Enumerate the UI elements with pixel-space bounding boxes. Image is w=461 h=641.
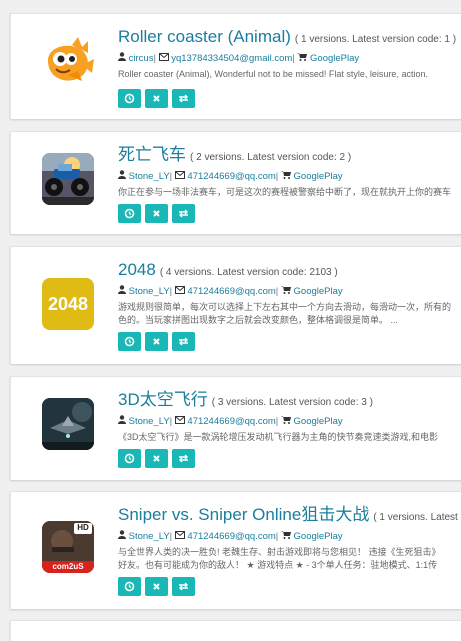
close-icon [153, 583, 160, 590]
version-info: ( 2 versions. Latest version code: 2 ) [190, 152, 352, 163]
version-info: ( 4 versions. Latest version code: 2103 … [159, 267, 338, 278]
sniper-icon[interactable]: HD com2uS [42, 521, 94, 573]
user-icon [118, 285, 126, 297]
sync-button[interactable] [172, 89, 195, 108]
app-meta: Stone_LY| 471244669@qq.com| GooglePlay [118, 530, 461, 544]
app-title[interactable]: Roller coaster (Animal) [118, 27, 291, 46]
exchange-icon [179, 94, 188, 103]
action-buttons [118, 449, 199, 468]
store-link[interactable]: GooglePlay [310, 53, 359, 64]
close-icon [153, 95, 160, 102]
store-link[interactable]: GooglePlay [294, 416, 343, 427]
sync-button[interactable] [172, 577, 195, 596]
exchange-icon [179, 454, 188, 463]
cart-icon [280, 416, 291, 427]
store-link[interactable]: GooglePlay [294, 286, 343, 297]
sync-button[interactable] [172, 449, 195, 468]
email-link[interactable]: 471244669@qq.com [187, 531, 275, 542]
app-meta: Stone_LY| 471244669@qq.com| GooglePlay [118, 170, 461, 184]
history-button[interactable] [118, 89, 141, 108]
store-link[interactable]: GooglePlay [294, 171, 343, 182]
user-icon [118, 415, 126, 427]
clock-icon [124, 208, 135, 219]
history-button[interactable] [118, 449, 141, 468]
app-card: Roller coaster (Animal)( 1 versions. Lat… [10, 13, 461, 119]
fish-icon[interactable] [42, 35, 94, 87]
author-link[interactable]: Stone_LY [129, 171, 170, 182]
user-icon [118, 170, 126, 182]
history-button[interactable] [118, 332, 141, 351]
history-button[interactable] [118, 577, 141, 596]
exchange-icon [179, 209, 188, 218]
exchange-icon [179, 582, 188, 591]
app-description: 你正在参与一场非法赛车，可是这次的赛程被警察给中断了，现在就执开上你的赛车 [118, 187, 452, 197]
store-link[interactable]: GooglePlay [294, 531, 343, 542]
user-icon [118, 530, 126, 542]
author-link[interactable]: Stone_LY [129, 416, 170, 427]
spaceship-icon[interactable] [42, 398, 94, 450]
2048-icon[interactable]: 2048 [42, 278, 94, 330]
app-card: 2048 2048( 4 versions. Latest version co… [10, 246, 461, 364]
app-meta: circus| yq13784334504@gmail.com| GoogleP… [118, 52, 461, 66]
app-card: HD com2uS Sniper vs. Sniper Online狙击大战 ( … [10, 491, 461, 609]
email-link[interactable]: 471244669@qq.com [187, 286, 275, 297]
close-icon [153, 338, 160, 345]
app-card: 死亡飞车 ( 2 versions. Latest version code: 2… [10, 131, 461, 234]
sync-button[interactable] [172, 204, 195, 223]
remove-button[interactable] [145, 577, 168, 596]
app-title[interactable]: 死亡飞车 [118, 145, 186, 164]
action-buttons [118, 332, 199, 351]
envelope-icon [174, 286, 185, 297]
envelope-icon [174, 531, 185, 542]
app-description: 与全世界人类的决一胜负! 老魏生存、射击游戏即将与您相见！ 违接《生死狙击》 好… [118, 547, 441, 570]
app-title[interactable]: Sniper vs. Sniper Online狙击大战 [118, 505, 369, 524]
hd-badge: HD [77, 523, 89, 532]
history-button[interactable] [118, 204, 141, 223]
version-info: ( 1 versions. Latest version code: 1 ) [294, 34, 457, 45]
brand-label: com2uS [52, 562, 84, 571]
clock-icon [124, 93, 135, 104]
remove-button[interactable] [145, 89, 168, 108]
action-buttons [118, 204, 199, 223]
clock-icon [124, 453, 135, 464]
cart-icon [280, 171, 291, 182]
app-meta: Stone_LY| 471244669@qq.com| GooglePlay [118, 285, 461, 299]
version-info: ( 1 versions. Latest version [373, 512, 461, 523]
close-icon [153, 455, 160, 462]
app-card-partial [10, 620, 461, 641]
envelope-icon [174, 416, 185, 427]
clock-icon [124, 581, 135, 592]
app-description: 游戏规则很简单，每次可以选择上下左右其中一个方向去滑动，每滑动一次，所有的 色的… [118, 302, 452, 325]
email-link[interactable]: 471244669@qq.com [187, 416, 275, 427]
action-buttons [118, 577, 199, 596]
email-link[interactable]: yq13784334504@gmail.com [171, 53, 292, 64]
clock-icon [124, 336, 135, 347]
author-link[interactable]: circus [129, 53, 154, 64]
app-card: 3D太空飞行( 3 versions. Latest version code:… [10, 376, 461, 480]
app-title[interactable]: 2048 [118, 260, 156, 279]
icon-label: 2048 [47, 294, 89, 314]
monster-truck-icon[interactable] [42, 153, 94, 205]
author-link[interactable]: Stone_LY [129, 531, 170, 542]
email-link[interactable]: 471244669@qq.com [187, 171, 275, 182]
action-buttons [118, 89, 199, 108]
cart-icon [280, 286, 291, 297]
remove-button[interactable] [145, 332, 168, 351]
sync-button[interactable] [172, 332, 195, 351]
envelope-icon [174, 171, 185, 182]
app-description: 《3D太空飞行》是一款涡轮增压发动机飞行器为主角的快节奏竞速类游戏,和电影 [118, 432, 439, 442]
app-meta: Stone_LY| 471244669@qq.com| GooglePlay [118, 415, 461, 429]
exchange-icon [179, 337, 188, 346]
cart-icon [280, 531, 291, 542]
remove-button[interactable] [145, 204, 168, 223]
app-title[interactable]: 3D太空飞行 [118, 390, 208, 409]
remove-button[interactable] [145, 449, 168, 468]
user-icon [118, 52, 126, 64]
close-icon [153, 210, 160, 217]
version-info: ( 3 versions. Latest version code: 3 ) [211, 397, 373, 408]
author-link[interactable]: Stone_LY [129, 286, 170, 297]
app-description: Roller coaster (Animal), Wonderful not t… [118, 69, 428, 79]
envelope-icon [158, 53, 169, 64]
cart-icon [297, 53, 308, 64]
